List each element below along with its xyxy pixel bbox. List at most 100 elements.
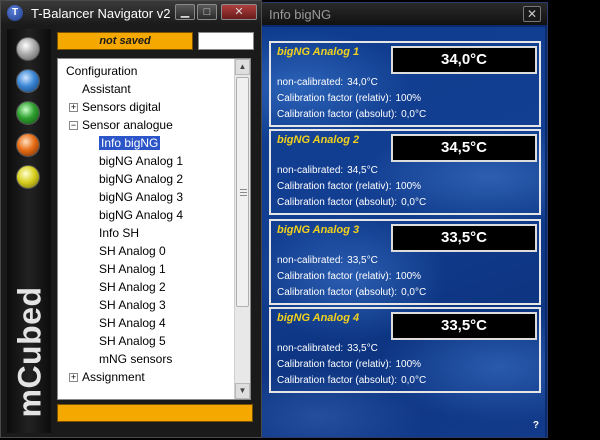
non-calibrated-row: non-calibrated: 34,0°C [277, 77, 378, 88]
tree-item[interactable]: Info bigNG [99, 135, 161, 152]
tree-item[interactable]: SH Analog 5 [99, 333, 166, 350]
expand-icon[interactable]: + [69, 103, 78, 112]
tree-item-label: Assignment [82, 370, 145, 384]
tree-item[interactable]: SH Analog 2 [99, 279, 166, 296]
scroll-grip-line [240, 195, 247, 196]
calibration-absolute-label: Calibration factor (absolut): [277, 375, 398, 386]
tree-item-label: Info bigNG [99, 136, 161, 150]
calibration-relative-row: Calibration factor (relativ): 100% [277, 93, 421, 104]
tree-item-label: bigNG Analog 2 [99, 172, 184, 186]
tree-item[interactable]: bigNG Analog 2 [99, 171, 183, 188]
tree-item[interactable]: SH Analog 0 [99, 243, 166, 260]
tree-item-label: Assistant [82, 82, 131, 96]
tree-item[interactable]: mNG sensors [99, 351, 172, 368]
tree-item[interactable]: + Assignment [69, 369, 145, 386]
tree-item[interactable]: bigNG Analog 3 [99, 189, 183, 206]
calibration-absolute-label: Calibration factor (absolut): [277, 197, 398, 208]
calibration-relative-label: Calibration factor (relativ): [277, 359, 392, 370]
temperature-display: 34,0°C [391, 46, 537, 74]
calibration-absolute-row: Calibration factor (absolut): 0,0°C [277, 375, 426, 386]
scroll-thumb[interactable] [236, 77, 249, 307]
tree-item-label: SH Analog 1 [99, 262, 166, 276]
calibration-relative-row: Calibration factor (relativ): 100% [277, 359, 421, 370]
side-strip: mCubed [7, 29, 51, 433]
tree-item[interactable]: bigNG Analog 1 [99, 153, 183, 170]
orange-led-icon[interactable] [16, 133, 40, 157]
calibration-relative-label: Calibration factor (relativ): [277, 271, 392, 282]
info-window-close-button[interactable]: ✕ [523, 6, 541, 22]
tree-item-label: SH Analog 0 [99, 244, 166, 258]
tree-item[interactable]: SH Analog 1 [99, 261, 166, 278]
tree-item[interactable]: + Sensors digital [69, 99, 161, 116]
help-icon[interactable]: ? [533, 420, 539, 431]
info-window-body: bigNG Analog 1 34,0°C non-calibrated: 34,… [259, 27, 545, 437]
navigator-titlebar[interactable]: T T-Balancer Navigator v2 ▁ □ ✕ [1, 1, 261, 25]
calibration-absolute-value: 0,0°C [401, 109, 427, 120]
calibration-relative-value: 100% [395, 359, 422, 370]
expand-icon[interactable]: + [69, 373, 78, 382]
non-calibrated-label: non-calibrated: [277, 77, 344, 88]
status-field [198, 32, 254, 50]
temperature-display: 33,5°C [391, 312, 537, 340]
tree-item[interactable]: Assistant [82, 81, 131, 98]
tree-item[interactable]: − Sensor analogue [69, 117, 173, 134]
tree-item-label: SH Analog 2 [99, 280, 166, 294]
maximize-button[interactable]: □ [197, 4, 217, 20]
non-calibrated-row: non-calibrated: 33,5°C [277, 255, 378, 266]
calibration-absolute-row: Calibration factor (absolut): 0,0°C [277, 109, 426, 120]
navigation-tree: Configuration Assistant + Sensors digital − S… [57, 58, 251, 400]
non-calibrated-row: non-calibrated: 33,5°C [277, 343, 378, 354]
tree-item[interactable]: Info SH [99, 225, 139, 242]
tree-item-label: Sensors digital [82, 100, 161, 114]
tree-item[interactable]: SH Analog 4 [99, 315, 166, 332]
tree-item[interactable]: Configuration [66, 63, 137, 80]
sensor-panel-analog-1: bigNG Analog 1 34,0°C non-calibrated: 34,… [269, 41, 541, 127]
scroll-grip-line [240, 192, 247, 193]
bottom-action-bar[interactable] [57, 404, 253, 422]
app-icon[interactable]: T [7, 5, 23, 21]
yellow-led-icon[interactable] [16, 165, 40, 189]
calibration-relative-row: Calibration factor (relativ): 100% [277, 181, 421, 192]
sensor-panel-analog-2: bigNG Analog 2 34,5°C non-calibrated: 34,… [269, 129, 541, 215]
non-calibrated-value: 34,0°C [347, 77, 378, 88]
tree-item-label: SH Analog 3 [99, 298, 166, 312]
t-balancer-navigator-window: T T-Balancer Navigator v2 ▁ □ ✕ mCubed n… [0, 0, 262, 438]
info-window-title: Info bigNG [269, 7, 332, 22]
tree-item-label: bigNG Analog 3 [99, 190, 184, 204]
sensor-panel-analog-4: bigNG Analog 4 33,5°C non-calibrated: 33,… [269, 307, 541, 393]
scroll-down-arrow-icon[interactable]: ▼ [235, 383, 250, 399]
desktop: Info bigNG ✕ bigNG Analog 1 34,0°C non-c… [0, 0, 600, 440]
tree-item-label: Configuration [66, 64, 138, 78]
temperature-display: 34,5°C [391, 134, 537, 162]
calibration-relative-row: Calibration factor (relativ): 100% [277, 271, 421, 282]
sensor-name: bigNG Analog 1 [277, 46, 360, 58]
green-led-icon[interactable] [16, 101, 40, 125]
tree-item-label: Sensor analogue [82, 118, 173, 132]
calibration-absolute-value: 0,0°C [401, 375, 427, 386]
tree-item[interactable]: SH Analog 3 [99, 297, 166, 314]
non-calibrated-value: 33,5°C [347, 255, 378, 266]
navigator-title: T-Balancer Navigator v2 [31, 6, 171, 21]
info-window-titlebar[interactable]: Info bigNG ✕ [237, 3, 547, 25]
tree-item[interactable]: bigNG Analog 4 [99, 207, 183, 224]
non-calibrated-label: non-calibrated: [277, 255, 344, 266]
collapse-icon[interactable]: − [69, 121, 78, 130]
blue-led-icon[interactable] [16, 69, 40, 93]
calibration-absolute-row: Calibration factor (absolut): 0,0°C [277, 197, 426, 208]
calibration-relative-value: 100% [395, 181, 422, 192]
minimize-button[interactable]: ▁ [175, 4, 195, 20]
calibration-absolute-label: Calibration factor (absolut): [277, 287, 398, 298]
info-bigng-window: Info bigNG ✕ bigNG Analog 1 34,0°C non-c… [236, 2, 548, 438]
non-calibrated-value: 33,5°C [347, 343, 378, 354]
sensor-name: bigNG Analog 2 [277, 134, 360, 146]
tree-scrollbar[interactable]: ▲ ▼ [234, 59, 250, 399]
gray-led-icon[interactable] [16, 37, 40, 61]
tree-item-label: Info SH [99, 226, 140, 240]
tree-item-label: SH Analog 5 [99, 334, 166, 348]
non-calibrated-row: non-calibrated: 34,5°C [277, 165, 378, 176]
scroll-up-arrow-icon[interactable]: ▲ [235, 59, 250, 75]
tree-item-label: mNG sensors [99, 352, 173, 366]
close-button[interactable]: ✕ [221, 4, 257, 20]
calibration-relative-value: 100% [395, 271, 422, 282]
calibration-absolute-value: 0,0°C [401, 197, 427, 208]
